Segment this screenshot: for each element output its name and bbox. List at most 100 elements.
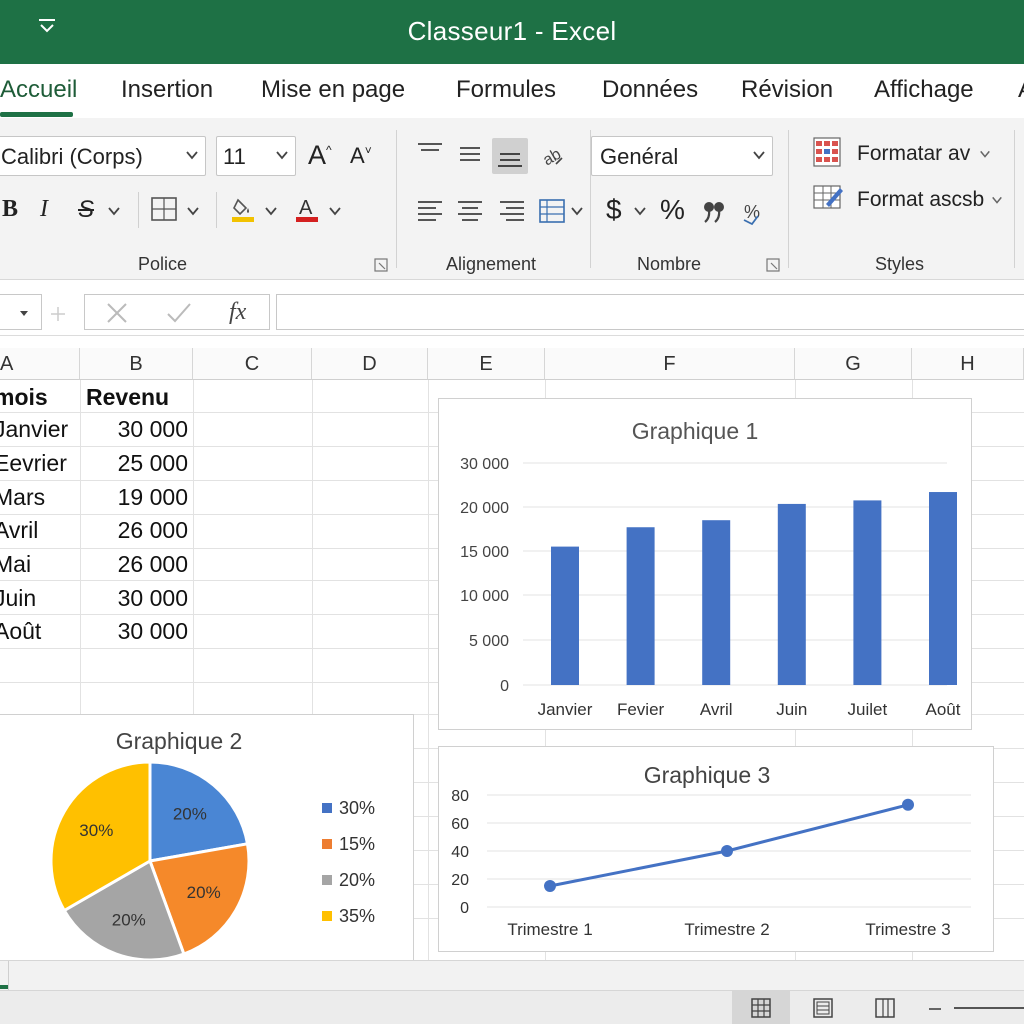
pie-chart[interactable]: Graphique 2 20% 20% 20% 30% 30% 15% 20% 35% [0,714,414,960]
align-top-icon[interactable] [416,140,444,166]
cell-a7[interactable]: Juin [0,585,36,612]
ribbon-separator [216,192,217,228]
normal-view-button[interactable] [732,991,790,1024]
formula-input[interactable] [276,294,1024,330]
chevron-down-icon[interactable] [633,204,647,218]
comma-style-icon[interactable] [700,196,728,226]
dialog-launcher-icon[interactable] [374,258,388,272]
y-tick-label: 20 000 [460,500,509,517]
cell-b2[interactable]: 30 000 [86,416,188,443]
font-color-icon[interactable]: A [294,194,320,224]
sheet-tab-bar [0,960,1024,991]
line-chart-svg: Graphique 3 0 20 40 60 80 Trimestre 1 Trimestre… [451,762,971,939]
cell-b4[interactable]: 19 000 [86,484,188,511]
svg-text:ab: ab [540,146,564,170]
font-name-dropdown[interactable]: Calibri (Corps) [0,136,206,176]
column-header-e[interactable]: E [428,348,545,380]
merge-center-icon[interactable] [538,196,568,226]
conditional-format-icon[interactable] [812,136,842,168]
worksheet-grid[interactable]: A B C D E F G H mois Revenu Janvier 30 0… [0,348,1024,960]
align-middle-icon[interactable] [456,142,484,168]
chevron-down-icon[interactable] [979,148,991,160]
tab-affichage[interactable]: Affichage [874,76,974,104]
zoom-out-icon[interactable] [928,1007,942,1011]
y-tick-label: 5 000 [469,633,509,650]
tab-formules[interactable]: Formules [456,76,556,104]
align-center-icon[interactable] [456,198,484,224]
column-header-h[interactable]: H [912,348,1024,380]
align-right-icon[interactable] [498,198,526,224]
shrink-font-button[interactable]: A˅ [350,143,372,169]
column-header-g[interactable]: G [795,348,912,380]
cell-a6[interactable]: Mai [0,551,31,578]
chevron-down-icon [753,151,765,160]
tab-revision[interactable]: Révision [741,76,833,104]
decrease-decimal-icon[interactable]: % [740,198,768,226]
cell-b7[interactable]: 30 000 [86,585,188,612]
orientation-icon[interactable]: ab [540,142,566,172]
chevron-down-icon[interactable] [186,204,200,218]
slice-label: 20% [173,805,207,824]
column-header-b[interactable]: B [80,348,193,380]
line-chart[interactable]: Graphique 3 0 20 40 60 80 Trimestre 1 Trimestre… [438,746,994,952]
chevron-down-icon [276,151,288,160]
cell-b8[interactable]: 30 000 [86,618,188,645]
bold-button[interactable]: B [2,196,18,223]
name-box[interactable] [0,294,42,330]
percent-button[interactable]: % [660,194,685,226]
chevron-down-icon [20,311,28,316]
page-layout-icon [813,998,833,1018]
tab-accueil[interactable]: Accueil [0,76,77,104]
enter-icon[interactable] [165,301,193,325]
column-header-c[interactable]: C [193,348,312,380]
insert-function-button[interactable]: fx [229,299,246,326]
cell-a2[interactable]: Janvier [0,416,68,443]
fill-color-icon[interactable] [230,194,256,224]
cell-b6[interactable]: 26 000 [86,551,188,578]
currency-button[interactable]: $ [606,194,622,226]
bar-chart[interactable]: Graphique 105 000 10 000 15 000 20 000 30 00… [438,398,972,730]
format-as-table-icon[interactable] [812,182,844,212]
cell-a4[interactable]: Mars [0,484,45,511]
strikethrough-button[interactable]: S [78,196,94,224]
zoom-slider[interactable] [954,1007,1024,1009]
cell-a1[interactable]: mois [0,384,48,411]
cell-a8[interactable]: Août [0,618,41,645]
legend-swatch [322,911,332,921]
cell-a3[interactable]: Eevrier [0,450,67,477]
align-bottom-button[interactable] [492,138,528,174]
chart-title: Graphique 3 [644,762,771,788]
cancel-icon[interactable] [105,301,129,325]
italic-button[interactable]: I [40,196,48,223]
sheet-tab-area[interactable] [8,961,1024,991]
styles-item-1[interactable]: Formatar av [857,142,970,166]
cell-b3[interactable]: 25 000 [86,450,188,477]
tab-donnees[interactable]: Données [602,76,698,104]
chevron-down-icon[interactable] [570,204,584,218]
page-layout-view-button[interactable] [794,991,852,1024]
chevron-down-icon[interactable] [328,204,342,218]
grow-font-button[interactable]: A^ [308,140,332,171]
column-header-a[interactable]: A [0,348,80,380]
group-separator [396,130,397,268]
tab-insertion[interactable]: Insertion [121,76,213,104]
number-format-dropdown[interactable]: Genéral [591,136,773,176]
column-header-f[interactable]: F [545,348,795,380]
dialog-launcher-icon[interactable] [766,258,780,272]
cell-b5[interactable]: 26 000 [86,517,188,544]
borders-icon[interactable] [150,196,178,222]
tab-aide[interactable]: A [1018,76,1024,104]
column-header-d[interactable]: D [312,348,428,380]
chevron-down-icon[interactable] [264,204,278,218]
align-left-icon[interactable] [416,198,444,224]
cell-b1[interactable]: Revenu [86,384,169,411]
y-tick-label: 60 [451,816,469,833]
chevron-down-icon[interactable] [991,194,1003,206]
font-size-dropdown[interactable]: 11 [216,136,296,176]
styles-item-2[interactable]: Format ascsb [857,188,984,212]
chevron-down-icon[interactable] [107,204,121,218]
x-tick-label: Fevier [617,700,665,719]
tab-mise-en-page[interactable]: Mise en page [261,76,405,104]
page-break-view-button[interactable] [856,991,914,1024]
cell-a5[interactable]: Avril [0,517,38,544]
